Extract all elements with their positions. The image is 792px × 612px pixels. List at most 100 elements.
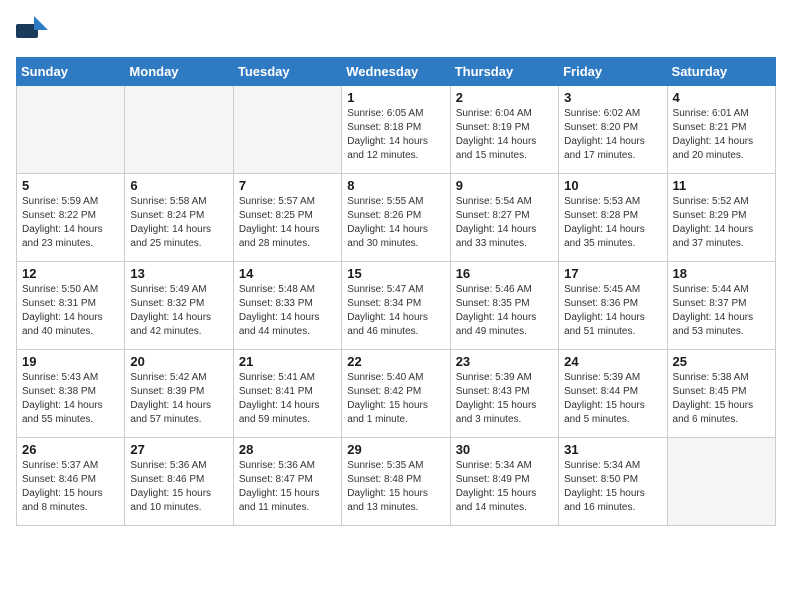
calendar-cell: 4Sunrise: 6:01 AM Sunset: 8:21 PM Daylig… (667, 86, 775, 174)
calendar-cell: 23 Sunrise: 5:39 AM Sunset: 8:43 PM Dayli… (450, 350, 558, 438)
logo (16, 16, 52, 49)
calendar-cell: 21Sunrise: 5:41 AM Sunset: 8:41 PM Dayli… (233, 350, 341, 438)
day-number: 11 (673, 178, 770, 193)
calendar-cell: 28 Sunrise: 5:36 AM Sunset: 8:47 PM Dayli… (233, 438, 341, 526)
day-number: 13 (130, 266, 227, 281)
calendar-cell: 1 Sunrise: 6:05 AM Sunset: 8:18 PM Daylig… (342, 86, 450, 174)
calendar: SundayMondayTuesdayWednesdayThursdayFrid… (16, 57, 776, 526)
calendar-cell: 25Sunrise: 5:38 AM Sunset: 8:45 PM Dayli… (667, 350, 775, 438)
calendar-cell (233, 86, 341, 174)
calendar-cell (125, 86, 233, 174)
day-number: 3 (564, 90, 661, 105)
day-number: 17 (564, 266, 661, 281)
calendar-cell: 24 Sunrise: 5:39 AM Sunset: 8:44 PM Dayli… (559, 350, 667, 438)
day-info: Sunrise: 5:35 AM Sunset: 8:48 PM Dayligh… (347, 459, 444, 515)
weekday-header-sunday: Sunday (17, 58, 125, 86)
day-info: Sunrise: 5:46 AM Sunset: 8:35 PM Dayligh… (456, 283, 553, 339)
weekday-header-saturday: Saturday (667, 58, 775, 86)
calendar-cell: 31 Sunrise: 5:34 AM Sunset: 8:50 PM Dayli… (559, 438, 667, 526)
day-number: 10 (564, 178, 661, 193)
logo-icon (16, 16, 48, 49)
day-number: 9 (456, 178, 553, 193)
day-number: 15 (347, 266, 444, 281)
calendar-cell: 27 Sunrise: 5:36 AM Sunset: 8:46 PM Dayli… (125, 438, 233, 526)
weekday-header-monday: Monday (125, 58, 233, 86)
day-info: Sunrise: 5:34 AM Sunset: 8:50 PM Dayligh… (564, 459, 661, 515)
calendar-cell: 7 Sunrise: 5:57 AM Sunset: 8:25 PM Daylig… (233, 174, 341, 262)
day-info: Sunrise: 5:36 AM Sunset: 8:46 PM Dayligh… (130, 459, 227, 515)
week-row-1: 1 Sunrise: 6:05 AM Sunset: 8:18 PM Daylig… (17, 86, 776, 174)
calendar-cell: 19 Sunrise: 5:43 AM Sunset: 8:38 PM Dayli… (17, 350, 125, 438)
calendar-cell: 3 Sunrise: 6:02 AM Sunset: 8:20 PM Daylig… (559, 86, 667, 174)
day-info: Sunrise: 5:55 AM Sunset: 8:26 PM Dayligh… (347, 195, 444, 251)
day-number: 27 (130, 442, 227, 457)
day-number: 1 (347, 90, 444, 105)
day-number: 23 (456, 354, 553, 369)
day-info: Sunrise: 5:40 AM Sunset: 8:42 PM Dayligh… (347, 371, 444, 427)
day-number: 8 (347, 178, 444, 193)
day-number: 31 (564, 442, 661, 457)
week-row-4: 19 Sunrise: 5:43 AM Sunset: 8:38 PM Dayli… (17, 350, 776, 438)
day-info: Sunrise: 6:02 AM Sunset: 8:20 PM Dayligh… (564, 107, 661, 163)
day-info: Sunrise: 6:01 AM Sunset: 8:21 PM Dayligh… (673, 107, 770, 163)
calendar-cell: 29 Sunrise: 5:35 AM Sunset: 8:48 PM Dayli… (342, 438, 450, 526)
day-number: 19 (22, 354, 119, 369)
week-row-3: 12 Sunrise: 5:50 AM Sunset: 8:31 PM Dayli… (17, 262, 776, 350)
day-number: 6 (130, 178, 227, 193)
calendar-cell: 26 Sunrise: 5:37 AM Sunset: 8:46 PM Dayli… (17, 438, 125, 526)
calendar-cell: 14Sunrise: 5:48 AM Sunset: 8:33 PM Dayli… (233, 262, 341, 350)
day-info: Sunrise: 5:38 AM Sunset: 8:45 PM Dayligh… (673, 371, 770, 427)
calendar-cell: 18 Sunrise: 5:44 AM Sunset: 8:37 PM Dayli… (667, 262, 775, 350)
calendar-cell: 13 Sunrise: 5:49 AM Sunset: 8:32 PM Dayli… (125, 262, 233, 350)
calendar-cell: 11 Sunrise: 5:52 AM Sunset: 8:29 PM Dayli… (667, 174, 775, 262)
day-number: 29 (347, 442, 444, 457)
day-number: 14 (239, 266, 336, 281)
day-info: Sunrise: 5:36 AM Sunset: 8:47 PM Dayligh… (239, 459, 336, 515)
day-info: Sunrise: 5:52 AM Sunset: 8:29 PM Dayligh… (673, 195, 770, 251)
calendar-cell: 16 Sunrise: 5:46 AM Sunset: 8:35 PM Dayli… (450, 262, 558, 350)
day-number: 16 (456, 266, 553, 281)
calendar-cell: 10Sunrise: 5:53 AM Sunset: 8:28 PM Dayli… (559, 174, 667, 262)
day-info: Sunrise: 6:04 AM Sunset: 8:19 PM Dayligh… (456, 107, 553, 163)
day-number: 30 (456, 442, 553, 457)
day-number: 5 (22, 178, 119, 193)
calendar-cell: 12 Sunrise: 5:50 AM Sunset: 8:31 PM Dayli… (17, 262, 125, 350)
weekday-header-wednesday: Wednesday (342, 58, 450, 86)
day-number: 26 (22, 442, 119, 457)
day-info: Sunrise: 5:45 AM Sunset: 8:36 PM Dayligh… (564, 283, 661, 339)
day-info: Sunrise: 5:42 AM Sunset: 8:39 PM Dayligh… (130, 371, 227, 427)
calendar-cell: 22Sunrise: 5:40 AM Sunset: 8:42 PM Dayli… (342, 350, 450, 438)
day-info: Sunrise: 5:49 AM Sunset: 8:32 PM Dayligh… (130, 283, 227, 339)
day-info: Sunrise: 5:34 AM Sunset: 8:49 PM Dayligh… (456, 459, 553, 515)
day-number: 20 (130, 354, 227, 369)
week-row-2: 5 Sunrise: 5:59 AM Sunset: 8:22 PM Daylig… (17, 174, 776, 262)
day-info: Sunrise: 5:44 AM Sunset: 8:37 PM Dayligh… (673, 283, 770, 339)
calendar-cell: 15 Sunrise: 5:47 AM Sunset: 8:34 PM Dayli… (342, 262, 450, 350)
calendar-cell: 9Sunrise: 5:54 AM Sunset: 8:27 PM Daylig… (450, 174, 558, 262)
calendar-cell: 6 Sunrise: 5:58 AM Sunset: 8:24 PM Daylig… (125, 174, 233, 262)
day-info: Sunrise: 6:05 AM Sunset: 8:18 PM Dayligh… (347, 107, 444, 163)
day-info: Sunrise: 5:59 AM Sunset: 8:22 PM Dayligh… (22, 195, 119, 251)
day-number: 28 (239, 442, 336, 457)
day-info: Sunrise: 5:50 AM Sunset: 8:31 PM Dayligh… (22, 283, 119, 339)
header (16, 16, 776, 49)
day-info: Sunrise: 5:37 AM Sunset: 8:46 PM Dayligh… (22, 459, 119, 515)
week-row-5: 26 Sunrise: 5:37 AM Sunset: 8:46 PM Dayli… (17, 438, 776, 526)
calendar-cell (667, 438, 775, 526)
weekday-header-thursday: Thursday (450, 58, 558, 86)
day-info: Sunrise: 5:57 AM Sunset: 8:25 PM Dayligh… (239, 195, 336, 251)
day-number: 24 (564, 354, 661, 369)
day-info: Sunrise: 5:47 AM Sunset: 8:34 PM Dayligh… (347, 283, 444, 339)
weekday-header-tuesday: Tuesday (233, 58, 341, 86)
day-number: 7 (239, 178, 336, 193)
calendar-cell: 5 Sunrise: 5:59 AM Sunset: 8:22 PM Daylig… (17, 174, 125, 262)
day-info: Sunrise: 5:39 AM Sunset: 8:43 PM Dayligh… (456, 371, 553, 427)
day-info: Sunrise: 5:58 AM Sunset: 8:24 PM Dayligh… (130, 195, 227, 251)
calendar-cell: 30 Sunrise: 5:34 AM Sunset: 8:49 PM Dayli… (450, 438, 558, 526)
calendar-cell (17, 86, 125, 174)
day-number: 12 (22, 266, 119, 281)
day-info: Sunrise: 5:43 AM Sunset: 8:38 PM Dayligh… (22, 371, 119, 427)
day-info: Sunrise: 5:39 AM Sunset: 8:44 PM Dayligh… (564, 371, 661, 427)
calendar-cell: 20 Sunrise: 5:42 AM Sunset: 8:39 PM Dayli… (125, 350, 233, 438)
day-number: 18 (673, 266, 770, 281)
